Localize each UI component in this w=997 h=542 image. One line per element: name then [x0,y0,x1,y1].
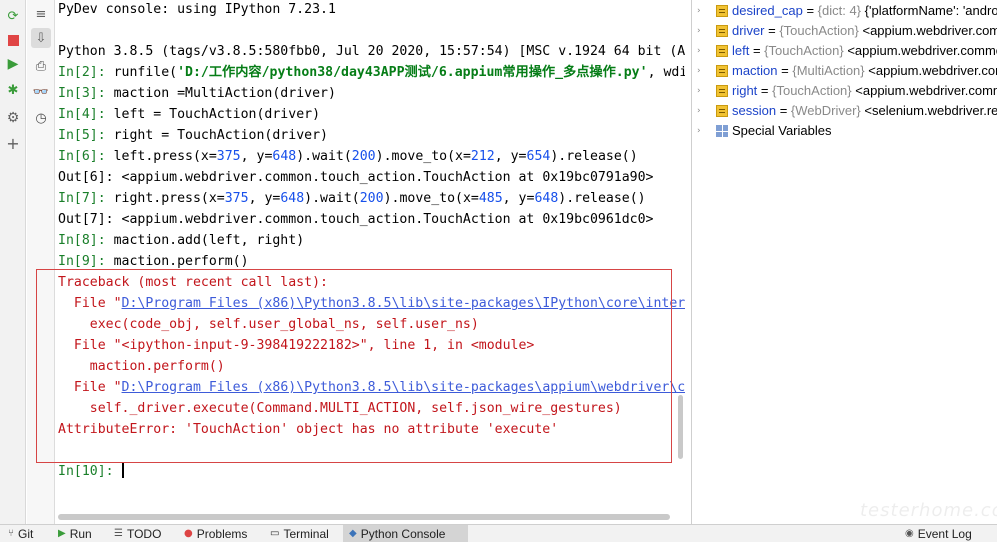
variable-row-right[interactable]: › right = {TouchAction} <appium.webdrive… [692,81,997,101]
add-icon[interactable]: + [3,134,23,154]
tab-problems[interactable]: ● Problems [184,525,247,542]
prompt: In[4]: [58,107,106,122]
tab-todo[interactable]: ☰ TODO [114,525,161,542]
console-vertical-scrollbar[interactable] [676,0,685,462]
console-action-strip: ⟳ ▶ ✱ ⚙ + [0,0,26,524]
expand-arrow-icon[interactable]: › [697,127,705,136]
prompt: In[7]: [58,191,106,206]
variable-row-driver[interactable]: › driver = {TouchAction} <appium.webdriv… [692,21,997,41]
terminal-icon: ▭ [270,528,280,539]
prompt: In[9]: [58,254,106,269]
console-line: In[2]: runfile('D:/工作内容/python38/day43AP… [58,65,685,80]
watermark: testerhome.com [860,500,997,521]
prompt: In[8]: [58,233,106,248]
console-line: In[6]: left.press(x=375, y=648).wait(200… [58,149,638,164]
expand-arrow-icon[interactable]: › [697,47,705,56]
console-line: In[4]: left = TouchAction(driver) [58,107,321,122]
console-line: Out[6]: <appium.webdriver.common.touch_a… [58,170,654,185]
todo-icon: ☰ [114,528,123,539]
variable-row-maction[interactable]: › maction = {MultiAction} <appium.webdri… [692,61,997,81]
run-icon[interactable]: ▶ [3,54,23,74]
history-icon[interactable]: ◷ [31,108,51,128]
special-variables-icon [716,125,728,137]
variable-icon [716,25,728,37]
scrollbar-thumb[interactable] [58,514,670,520]
console-input-line[interactable]: In[10]: [58,462,124,482]
text-caret [121,463,124,478]
variable-row-desired-cap[interactable]: › desired_cap = {dict: 4} {'platformName… [692,1,997,21]
python-console-icon: ◆ [349,528,357,539]
console-line: In[7]: right.press(x=375, y=648).wait(20… [58,191,646,206]
variable-icon [716,65,728,77]
print-icon[interactable]: ⎙ [31,56,51,76]
variable-icon [716,85,728,97]
rerun-icon[interactable]: ⟳ [3,6,23,26]
python-version-line: Python 3.8.5 (tags/v3.8.5:580fbb0, Jul 2… [58,44,685,59]
tab-git[interactable]: ⑂ Git [8,525,33,542]
console-header: PyDev console: using IPython 7.23.1 [58,2,336,17]
expand-arrow-icon[interactable]: › [697,107,705,116]
scrollbar-thumb[interactable] [678,395,683,459]
expand-arrow-icon[interactable]: › [697,87,705,96]
event-log-icon: ◉ [905,528,914,539]
show-variables-icon[interactable]: 👓 [31,82,51,102]
debug-icon[interactable]: ✱ [3,80,23,100]
variable-row-left[interactable]: › left = {TouchAction} <appium.webdriver… [692,41,997,61]
variable-icon [716,5,728,17]
variables-pane: › desired_cap = {dict: 4} {'platformName… [692,0,997,524]
console-line: Out[7]: <appium.webdriver.common.touch_a… [58,212,654,227]
expand-arrow-icon[interactable]: › [697,7,705,16]
problems-icon: ● [184,528,193,539]
settings-icon[interactable]: ⚙ [3,108,23,128]
tab-python-console[interactable]: ◆ Python Console [343,525,468,542]
expand-arrow-icon[interactable]: › [697,27,705,36]
prompt: In[3]: [58,86,106,101]
variable-icon [716,105,728,117]
input-prompt: In[10]: [58,464,114,479]
console-line: In[3]: maction =MultiAction(driver) [58,86,336,101]
tool-window-bar: ⑂ Git ▶ Run ☰ TODO ● Problems ▭ Terminal ◆ Pyt… [0,524,997,542]
console-line: In[8]: maction.add(left, right) [58,233,305,248]
variable-row-session[interactable]: › session = {WebDriver} <selenium.webdri… [692,101,997,121]
tab-terminal[interactable]: ▭ Terminal [270,525,329,542]
prompt: Out[6]: [58,170,114,185]
prompt: In[2]: [58,65,106,80]
console-horizontal-scrollbar[interactable] [56,513,676,521]
run-icon: ▶ [58,528,66,539]
scroll-to-end-icon[interactable]: ⇩ [31,28,51,48]
prompt: In[5]: [58,128,106,143]
prompt: Out[7]: [58,212,114,227]
soft-wrap-icon[interactable]: ≡ [31,4,51,24]
special-variables-row[interactable]: › Special Variables [692,121,997,141]
variable-icon [716,45,728,57]
console-line: In[5]: right = TouchAction(driver) [58,128,328,143]
prompt: In[6]: [58,149,106,164]
expand-arrow-icon[interactable]: › [697,67,705,76]
tab-event-log[interactable]: ◉ Event Log [905,525,972,542]
git-icon: ⑂ [8,528,14,539]
tab-run[interactable]: ▶ Run [58,525,92,542]
error-highlight-box [36,269,672,463]
stop-icon[interactable] [3,30,23,50]
